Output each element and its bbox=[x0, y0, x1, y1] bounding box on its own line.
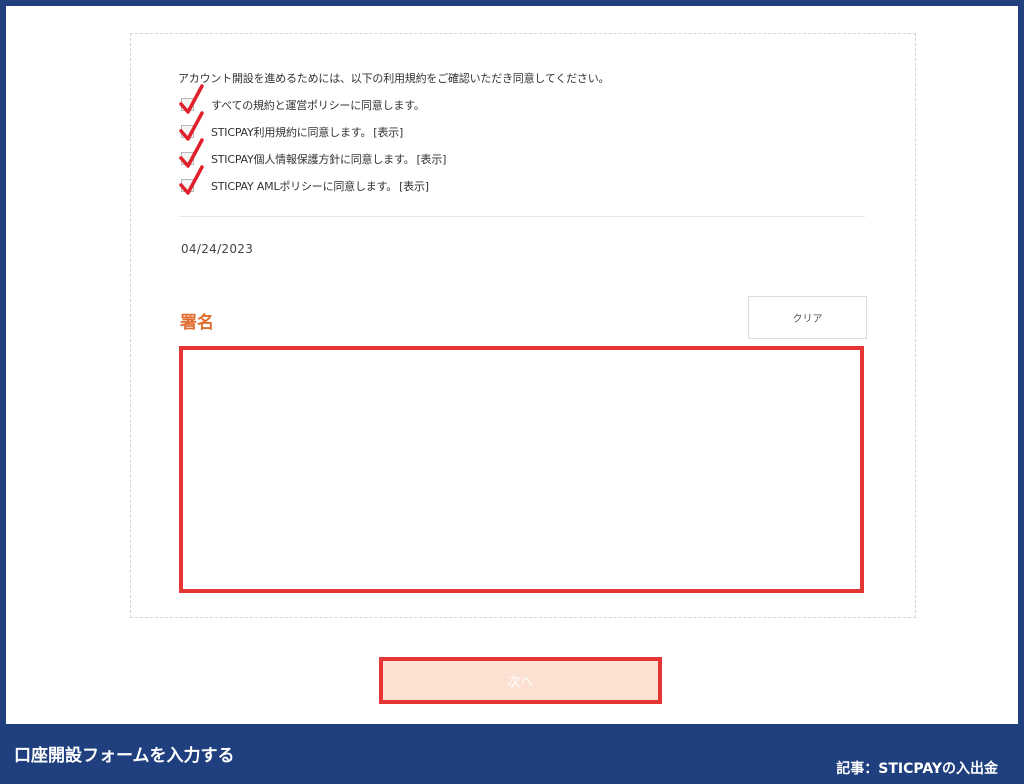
signature-title: 署名 bbox=[180, 313, 214, 333]
agree-all-row[interactable]: すべての規約と運営ポリシーに同意します。 bbox=[179, 84, 425, 114]
privacy-view-link[interactable]: [表示] bbox=[416, 151, 446, 167]
agree-privacy-checkbox[interactable] bbox=[179, 138, 204, 168]
agree-terms-label: STICPAY利用規約に同意します。 bbox=[211, 125, 372, 139]
divider bbox=[179, 216, 865, 217]
article-credit: 記事：STICPAYの入出金 bbox=[836, 761, 998, 777]
next-button[interactable]: 次へ bbox=[379, 657, 662, 704]
check-icon bbox=[179, 165, 204, 195]
agree-aml-label: STICPAY AMLポリシーに同意します。 bbox=[211, 179, 398, 193]
agree-privacy-row[interactable]: STICPAY個人情報保護方針に同意します。 [表示] bbox=[179, 138, 446, 168]
date-text: 04/24/2023 bbox=[181, 242, 254, 256]
caption-text: 口座開設フォームを入力する bbox=[14, 746, 235, 766]
intro-text: アカウント開設を進めるためには、以下の利用規約をご確認いただき同意してください。 bbox=[178, 72, 610, 85]
check-icon bbox=[179, 84, 204, 114]
agree-aml-checkbox[interactable] bbox=[179, 165, 204, 195]
agree-all-label: すべての規約と運営ポリシーに同意します。 bbox=[211, 98, 425, 112]
agree-terms-row[interactable]: STICPAY利用規約に同意します。 [表示] bbox=[179, 111, 403, 141]
screenshot-area: アカウント開設を進めるためには、以下の利用規約をご確認いただき同意してください。… bbox=[6, 6, 1018, 724]
signature-pad[interactable] bbox=[179, 346, 864, 593]
agree-aml-row[interactable]: STICPAY AMLポリシーに同意します。 [表示] bbox=[179, 165, 429, 195]
aml-view-link[interactable]: [表示] bbox=[399, 178, 429, 194]
agree-all-checkbox[interactable] bbox=[179, 84, 204, 114]
check-icon bbox=[179, 138, 204, 168]
agree-privacy-label: STICPAY個人情報保護方針に同意します。 bbox=[211, 152, 415, 166]
clear-button[interactable]: クリア bbox=[748, 296, 867, 339]
terms-view-link[interactable]: [表示] bbox=[373, 124, 403, 140]
agreement-form: アカウント開設を進めるためには、以下の利用規約をご確認いただき同意してください。… bbox=[130, 33, 916, 618]
agree-terms-checkbox[interactable] bbox=[179, 111, 204, 141]
check-icon bbox=[179, 111, 204, 141]
